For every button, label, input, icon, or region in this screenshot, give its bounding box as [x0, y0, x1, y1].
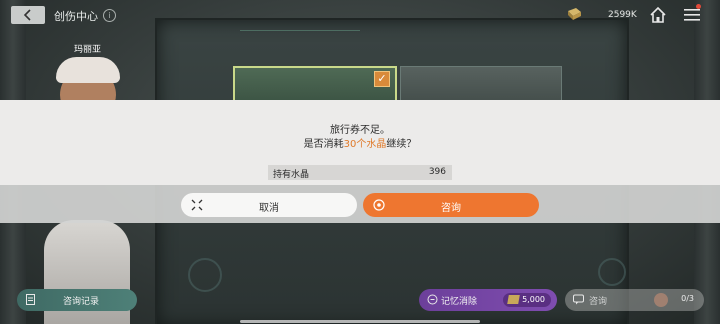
- back-button[interactable]: [11, 6, 45, 24]
- held-crystal-row: 持有水晶 396: [268, 165, 452, 180]
- notification-dot: [696, 4, 701, 9]
- top-bar: 创伤中心 i 2599K: [0, 0, 720, 34]
- crystal-icon: [507, 295, 520, 304]
- erase-cost-badge: 5,000: [503, 293, 551, 307]
- character-hat: [56, 57, 120, 83]
- history-label: 咨询记录: [63, 297, 100, 307]
- chat-icon: [573, 294, 584, 305]
- info-icon[interactable]: i: [103, 9, 116, 22]
- character-card-selected[interactable]: ✓: [233, 66, 397, 104]
- consult-history-button[interactable]: 咨询记录: [17, 289, 137, 311]
- gauge-decoration: [188, 258, 222, 292]
- confirm-label: 咨询: [441, 203, 461, 214]
- held-crystal-label: 持有水晶: [273, 170, 310, 180]
- dialog-button-strip: [0, 185, 720, 223]
- back-arrow-icon: [23, 9, 31, 21]
- character-name: 玛丽亚: [74, 45, 102, 55]
- character-card[interactable]: [400, 66, 562, 102]
- erase-cost-value: 5,000: [522, 295, 545, 304]
- message-highlight: 30个水晶: [343, 139, 387, 150]
- home-icon[interactable]: [649, 6, 667, 24]
- consult-label: 咨询: [589, 297, 608, 307]
- erase-icon: [427, 294, 438, 305]
- dialog-message-line1: 旅行券不足。: [330, 125, 390, 136]
- erase-label: 记忆消除: [441, 297, 478, 307]
- cancel-button[interactable]: 取消: [181, 193, 357, 217]
- checkmark-icon: ✓: [374, 71, 390, 87]
- message-prefix: 是否消耗: [303, 139, 344, 150]
- document-icon: [26, 294, 35, 305]
- avatar: [654, 293, 668, 307]
- confirm-consult-button[interactable]: 咨询: [363, 193, 539, 217]
- consult-count: 0/3: [681, 294, 694, 303]
- currency-amount: 2599K: [608, 10, 637, 20]
- gauge-decoration: [598, 258, 626, 286]
- cancel-label: 取消: [259, 203, 279, 214]
- message-suffix: 继续？: [386, 139, 417, 150]
- consult-button-disabled[interactable]: 咨询 0/3: [565, 289, 704, 311]
- crystal-icon: [568, 8, 581, 20]
- home-indicator: [240, 320, 480, 323]
- page-title: 创伤中心: [54, 10, 98, 23]
- dialog-message-line2: 是否消耗30个水晶继续？: [0, 135, 720, 150]
- menu-icon[interactable]: [684, 8, 700, 22]
- memory-erase-button[interactable]: 记忆消除 5,000: [419, 289, 557, 311]
- held-crystal-value: 396: [428, 167, 446, 177]
